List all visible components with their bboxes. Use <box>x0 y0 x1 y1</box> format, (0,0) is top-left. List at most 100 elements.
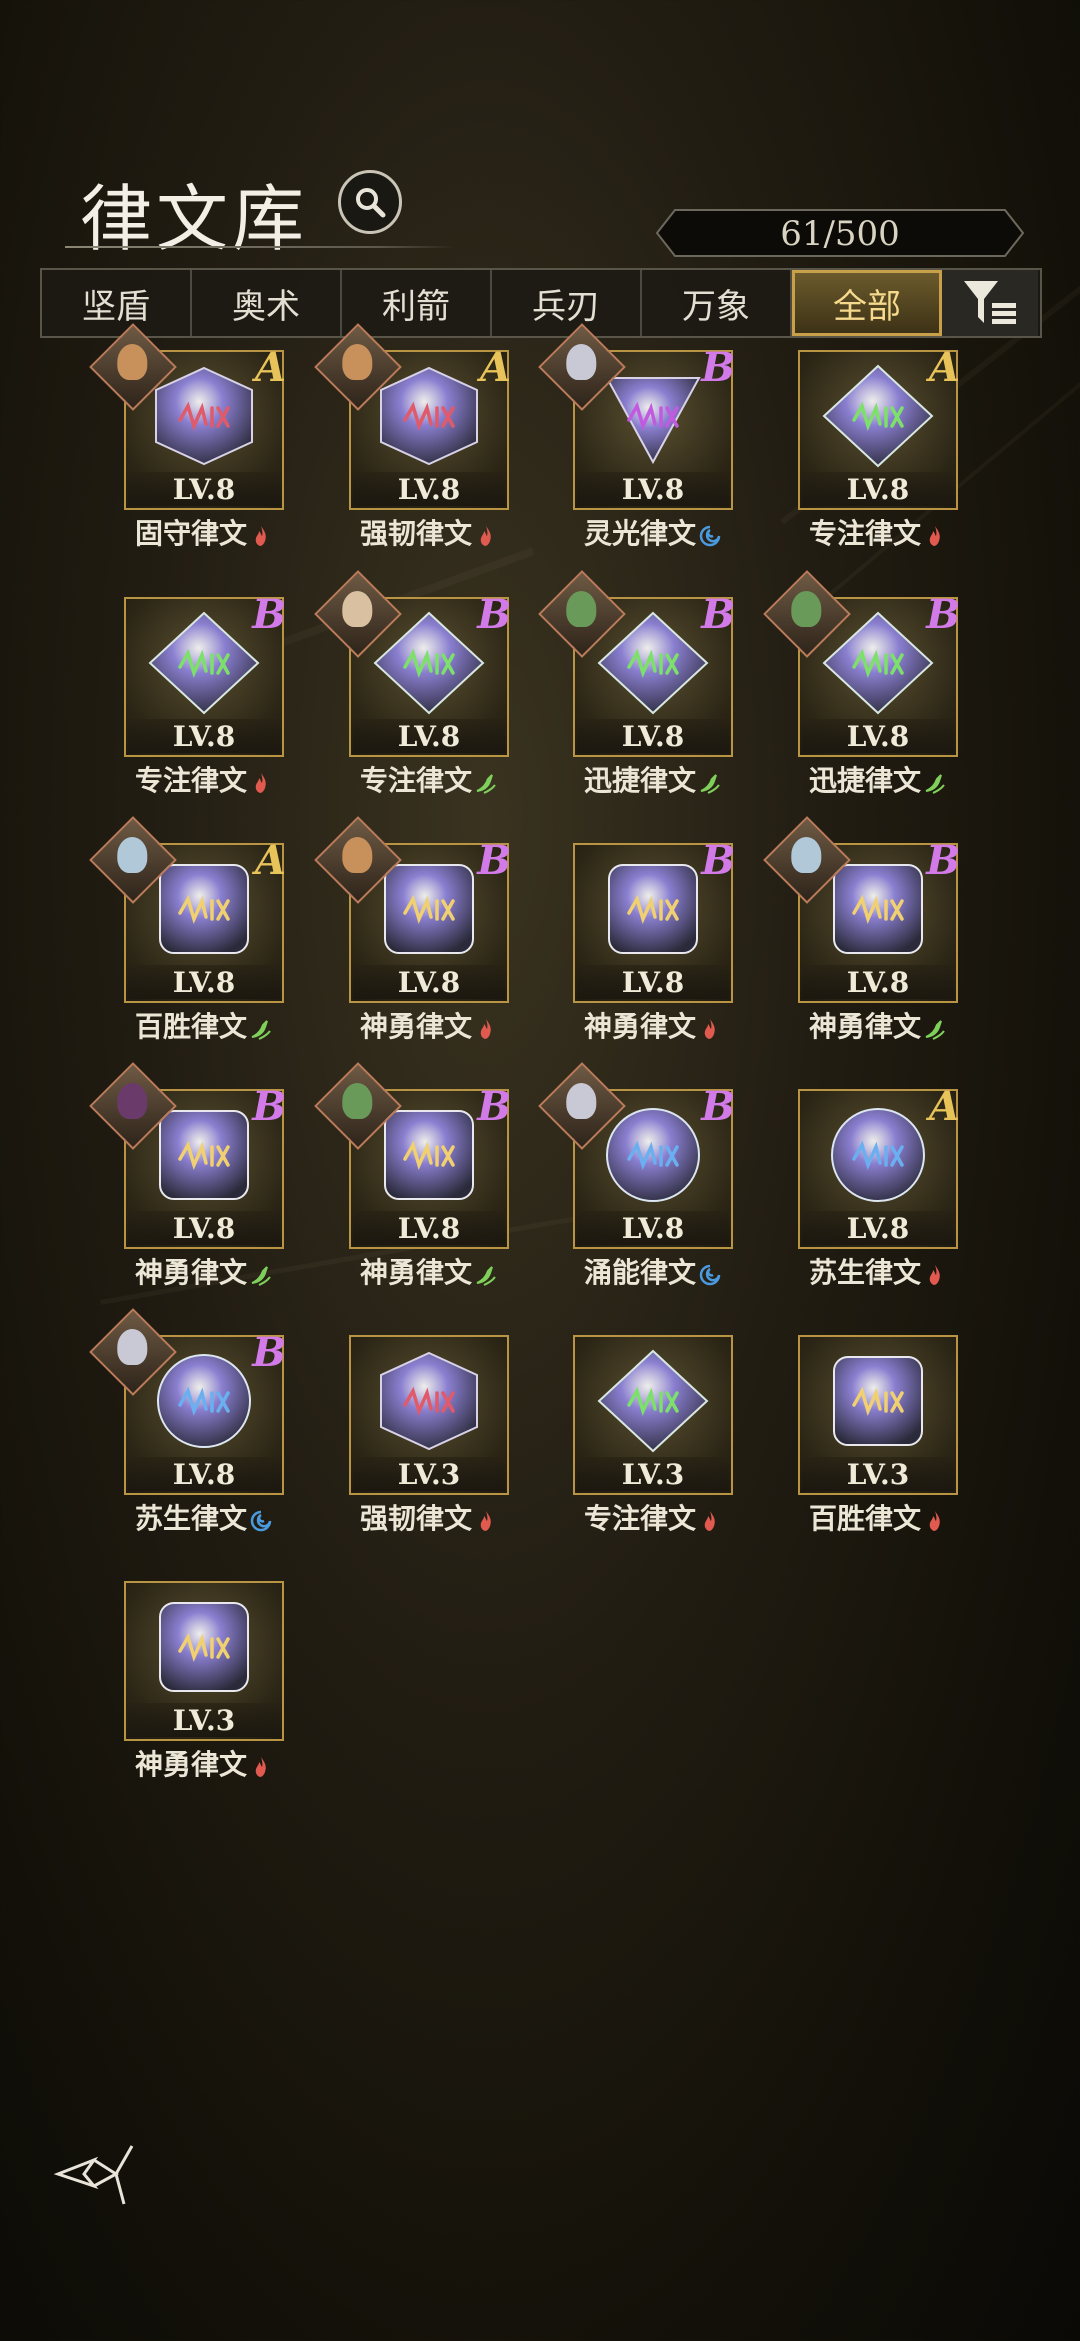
rune-gem-icon <box>597 1349 709 1453</box>
level-bar: LV.8 <box>802 965 954 999</box>
rune-name: 固守律文 <box>134 517 247 550</box>
rune-name-row: 涌能律文 <box>553 1251 753 1291</box>
rune-card[interactable]: LV.8 B 涌能律文 <box>538 1062 735 1289</box>
wind-element-icon <box>925 1019 945 1040</box>
level-bar: LV.3 <box>128 1703 280 1737</box>
rune-level: LV.8 <box>397 966 461 999</box>
rune-card[interactable]: LV.8 B 迅捷律文 <box>538 570 735 797</box>
rune-grade: B <box>252 591 286 638</box>
rune-card[interactable]: LV.8 B 神勇律文 <box>763 816 960 1043</box>
rune-grade: B <box>926 591 960 638</box>
level-bar: LV.8 <box>128 472 280 506</box>
rune-frame: LV.3 <box>124 1581 284 1741</box>
level-bar: LV.8 <box>577 965 729 999</box>
tab-arrow[interactable]: 利箭 <box>342 270 492 336</box>
rune-card[interactable]: LV.8 B 苏生律文 <box>89 1308 286 1535</box>
filter-icon <box>964 281 1016 324</box>
rune-level: LV.8 <box>621 966 685 999</box>
rune-name: 苏生律文 <box>134 1502 247 1535</box>
rune-gem-icon <box>831 1108 925 1202</box>
rune-card[interactable]: LV.3 神勇律文 <box>124 1581 284 1781</box>
tab-blade[interactable]: 兵刃 <box>492 270 642 336</box>
rune-grade: B <box>701 344 735 391</box>
rune-name-row: 专注律文 <box>778 512 978 552</box>
level-bar: LV.8 <box>128 719 280 753</box>
rune-name: 百胜律文 <box>134 1010 247 1043</box>
rune-grade: B <box>477 837 511 884</box>
level-bar: LV.8 <box>353 1211 505 1245</box>
rune-card[interactable]: LV.8 A 百胜律文 <box>89 816 286 1043</box>
rune-level: LV.8 <box>621 720 685 753</box>
wind-element-icon <box>251 1019 271 1040</box>
back-icon[interactable] <box>54 2138 140 2208</box>
water-element-icon <box>699 525 721 546</box>
search-button[interactable] <box>338 170 402 234</box>
category-tabs: 坚盾 奥术 利箭 兵刃 万象 全部 <box>40 268 1042 338</box>
rune-level: LV.8 <box>621 473 685 506</box>
level-bar: LV.3 <box>577 1457 729 1491</box>
level-bar: LV.8 <box>353 472 505 506</box>
rune-name: 专注律文 <box>359 764 472 797</box>
rune-card[interactable]: LV.8 A 苏生律文 <box>798 1083 960 1289</box>
search-icon <box>356 188 386 218</box>
level-bar: LV.8 <box>353 965 505 999</box>
rune-gem-icon <box>159 1602 249 1692</box>
rune-card[interactable]: LV.8 A 专注律文 <box>798 344 960 550</box>
rune-grade: B <box>252 1329 286 1376</box>
level-bar: LV.8 <box>128 1211 280 1245</box>
rune-name: 专注律文 <box>808 517 921 550</box>
rune-card[interactable]: LV.8 B 专注律文 <box>124 591 286 797</box>
rune-level: LV.8 <box>846 966 910 999</box>
rune-level: LV.8 <box>397 720 461 753</box>
fire-element-icon <box>704 1510 715 1531</box>
rune-level: LV.8 <box>172 720 236 753</box>
rune-level: LV.8 <box>172 473 236 506</box>
rune-name-row: 专注律文 <box>104 759 304 799</box>
rune-card[interactable]: LV.8 B 神勇律文 <box>89 1062 286 1289</box>
fire-element-icon <box>929 1264 940 1285</box>
rune-gem-icon <box>608 864 698 954</box>
wind-element-icon <box>251 1265 271 1286</box>
rune-card[interactable]: LV.8 B 神勇律文 <box>573 837 735 1043</box>
rune-name: 百胜律文 <box>808 1502 921 1535</box>
rune-grade: B <box>926 837 960 884</box>
fire-element-icon <box>255 1756 266 1777</box>
rune-name-row: 神勇律文 <box>553 1005 753 1045</box>
rune-gem-icon <box>833 1356 923 1446</box>
rune-card[interactable]: LV.8 A 强韧律文 <box>314 323 511 550</box>
tab-shield[interactable]: 坚盾 <box>42 270 192 336</box>
level-bar: LV.8 <box>802 719 954 753</box>
wind-element-icon <box>925 773 945 794</box>
rune-level: LV.8 <box>621 1212 685 1245</box>
filter-button[interactable] <box>942 270 1038 336</box>
rune-card[interactable]: LV.8 B 神勇律文 <box>314 1062 511 1289</box>
rune-card[interactable]: LV.8 B 专注律文 <box>314 570 511 797</box>
fire-element-icon <box>929 525 940 546</box>
rune-gem-icon <box>380 1351 478 1451</box>
level-bar: LV.8 <box>128 965 280 999</box>
rune-name: 神勇律文 <box>583 1010 696 1043</box>
rune-level: LV.8 <box>846 473 910 506</box>
rune-name-row: 灵光律文 <box>553 512 753 552</box>
rune-card[interactable]: LV.3 百胜律文 <box>798 1335 958 1535</box>
level-bar: LV.8 <box>128 1457 280 1491</box>
rune-level: LV.8 <box>397 473 461 506</box>
inventory-counter: 61/500 <box>655 208 1025 258</box>
rune-card[interactable]: LV.3 强韧律文 <box>349 1335 509 1535</box>
level-bar: LV.3 <box>353 1457 505 1491</box>
rune-card[interactable]: LV.8 B 神勇律文 <box>314 816 511 1043</box>
rune-name: 涌能律文 <box>583 1256 696 1289</box>
rune-card[interactable]: LV.3 专注律文 <box>573 1335 733 1535</box>
tab-universal[interactable]: 万象 <box>642 270 792 336</box>
rune-card[interactable]: LV.8 A 固守律文 <box>89 323 286 550</box>
wind-element-icon <box>700 773 720 794</box>
tab-all[interactable]: 全部 <box>792 270 942 336</box>
rune-frame: LV.3 <box>573 1335 733 1495</box>
rune-name: 神勇律文 <box>359 1010 472 1043</box>
rune-card[interactable]: LV.8 B 迅捷律文 <box>763 570 960 797</box>
rune-name: 专注律文 <box>134 764 247 797</box>
rune-grade: A <box>479 344 511 391</box>
tab-arcane[interactable]: 奥术 <box>192 270 342 336</box>
rune-card[interactable]: LV.8 B 灵光律文 <box>538 323 735 550</box>
rune-level: LV.8 <box>846 720 910 753</box>
